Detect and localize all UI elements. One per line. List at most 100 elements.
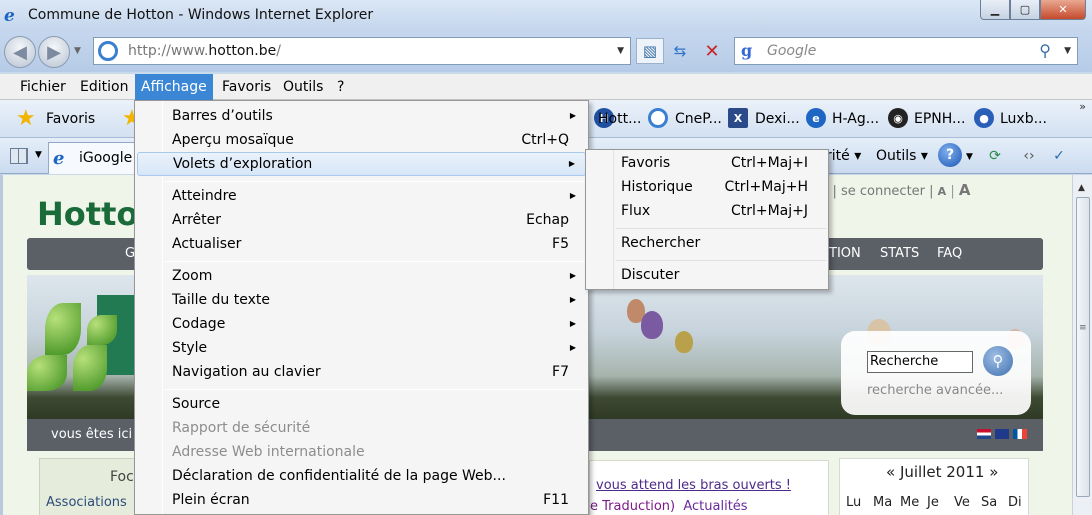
menu-item-shortcut: F5 xyxy=(552,236,569,252)
menu-item-label: Codage xyxy=(172,316,226,332)
menu-item-label: Flux xyxy=(621,203,651,219)
vertical-scrollbar[interactable]: ▲ ≡ xyxy=(1072,175,1092,515)
nav-item-stats[interactable]: STATS xyxy=(880,246,919,261)
menu-fichier[interactable]: Fichier xyxy=(14,74,72,100)
address-bar[interactable]: http://www.hotton.be/ ▼ xyxy=(93,37,631,65)
site-search-icon[interactable]: ⚲ xyxy=(983,346,1013,376)
notes-icon[interactable]: ✓ xyxy=(1048,146,1070,166)
source-icon[interactable]: ‹› xyxy=(1018,146,1040,166)
submenu-item-discuter[interactable]: Discuter xyxy=(588,264,826,288)
favorite-link-hag[interactable]: H-Ag... xyxy=(832,111,879,127)
minimize-button[interactable]: ▁ xyxy=(980,0,1010,20)
font-small-button[interactable]: A xyxy=(938,185,947,198)
search-icon[interactable]: ⚲ xyxy=(1039,41,1051,60)
forward-button[interactable]: ▶ xyxy=(38,36,70,68)
menu-item-style[interactable]: Style ▶ xyxy=(137,337,586,361)
menu-item-label: Favoris xyxy=(621,155,671,171)
maximize-button[interactable]: ▢ xyxy=(1010,0,1040,20)
back-button[interactable]: ◀ xyxy=(4,36,36,68)
favorite-link-hotton[interactable]: Hott... xyxy=(598,111,641,127)
help-dropdown-icon[interactable]: ▼ xyxy=(966,152,973,162)
menu-affichage[interactable]: Affichage xyxy=(135,74,213,100)
menu-item-actualiser[interactable]: Actualiser F5 xyxy=(137,233,586,257)
close-window-button[interactable]: ✕ xyxy=(1040,0,1086,20)
menu-item-label: Rapport de sécurité xyxy=(172,420,311,436)
favorite-link-epnh[interactable]: EPNH... xyxy=(914,111,965,127)
search-options-dropdown-icon[interactable]: ▼ xyxy=(1064,46,1071,56)
explorer-bars-submenu: Favoris Ctrl+Maj+I Historique Ctrl+Maj+H… xyxy=(585,149,829,290)
scroll-thumb[interactable] xyxy=(1076,197,1090,497)
favorite-link-dexi[interactable]: Dexi... xyxy=(755,111,800,127)
address-url[interactable]: http://www.hotton.be/ xyxy=(128,43,281,59)
submenu-item-rechercher[interactable]: Rechercher xyxy=(588,232,826,256)
tab-igoogle[interactable]: e iGoogle xyxy=(48,142,138,174)
menu-item-taille-texte[interactable]: Taille du texte ▶ xyxy=(137,289,586,313)
menu-item-declaration-confidentialite[interactable]: Déclaration de confidentialité de la pag… xyxy=(137,465,586,489)
tools-menu[interactable]: Outils ▾ xyxy=(876,148,928,164)
favorite-dexi-icon: X xyxy=(728,108,748,128)
advanced-search-link[interactable]: recherche avancée... xyxy=(867,383,1003,398)
history-dropdown-icon[interactable]: ▼ xyxy=(74,46,81,56)
leaf-graphic xyxy=(73,345,107,391)
submenu-item-historique[interactable]: Historique Ctrl+Maj+H xyxy=(588,176,826,200)
submenu-item-favoris[interactable]: Favoris Ctrl+Maj+I xyxy=(588,152,826,176)
menu-favoris[interactable]: Favoris xyxy=(216,74,277,100)
scroll-up-icon[interactable]: ▲ xyxy=(1078,183,1085,193)
search-box[interactable]: g Google ⚲ ▼ xyxy=(734,37,1078,65)
menu-separator xyxy=(165,389,585,390)
favorites-star-icon[interactable]: ★ xyxy=(16,106,36,131)
news-link[interactable]: vous attend les bras ouverts ! xyxy=(596,478,791,493)
nav-item-tion[interactable]: TION xyxy=(829,246,861,261)
refresh-icon[interactable]: ⇆ xyxy=(666,38,694,64)
menu-item-barres-outils[interactable]: Barres d’outils ▶ xyxy=(137,105,586,129)
menu-item-label: Zoom xyxy=(172,268,213,284)
menu-outils[interactable]: Outils xyxy=(277,74,329,100)
address-dropdown-icon[interactable]: ▼ xyxy=(617,46,624,56)
menu-item-shortcut: F11 xyxy=(543,492,569,508)
menu-item-label: Atteindre xyxy=(172,188,237,204)
calendar-title[interactable]: « Juillet 2011 » xyxy=(886,463,998,481)
menu-item-label: Arrêter xyxy=(172,212,222,228)
menu-item-plein-ecran[interactable]: Plein écran F11 xyxy=(137,489,586,513)
quick-tabs-icon[interactable] xyxy=(10,148,28,164)
menu-separator xyxy=(165,261,585,262)
focus-associations-link[interactable]: Associations xyxy=(46,495,127,510)
menu-item-label: Volets d’exploration xyxy=(173,156,313,172)
menu-item-navigation-clavier[interactable]: Navigation au clavier F7 xyxy=(137,361,586,385)
favorite-hag-icon: e xyxy=(806,108,826,128)
weekday: Sa xyxy=(981,495,998,510)
submenu-arrow-icon: ▶ xyxy=(569,191,576,200)
flag-fr-icon[interactable] xyxy=(1013,429,1027,439)
site-search-input[interactable]: Recherche xyxy=(867,351,973,373)
more-favorites-icon[interactable]: » xyxy=(1079,100,1086,113)
safety-menu[interactable]: rité ▾ xyxy=(826,148,861,164)
site-search-panel: Recherche ⚲ recherche avancée... xyxy=(841,331,1031,415)
submenu-item-flux[interactable]: Flux Ctrl+Maj+J xyxy=(588,200,826,224)
menu-item-atteindre[interactable]: Atteindre ▶ xyxy=(137,185,586,209)
flag-en-icon[interactable] xyxy=(995,429,1009,439)
research-icon[interactable]: ⟳ xyxy=(984,146,1006,166)
menu-item-zoom[interactable]: Zoom ▶ xyxy=(137,265,586,289)
font-large-button[interactable]: A xyxy=(959,181,971,199)
weekday: Ve xyxy=(954,495,970,510)
menu-item-codage[interactable]: Codage ▶ xyxy=(137,313,586,337)
tab-list-dropdown-icon[interactable]: ▼ xyxy=(35,150,42,160)
menu-help[interactable]: ? xyxy=(331,74,350,100)
help-icon[interactable]: ? xyxy=(938,143,962,167)
menu-item-arreter[interactable]: Arrêter Echap xyxy=(137,209,586,233)
stop-icon[interactable]: ✕ xyxy=(698,38,726,64)
nav-item-faq[interactable]: FAQ xyxy=(937,246,962,261)
flag-nl-icon[interactable] xyxy=(977,429,991,439)
menu-edition[interactable]: Edition xyxy=(74,74,134,100)
favorite-link-luxb[interactable]: Luxb... xyxy=(1000,111,1047,127)
compatibility-view-icon[interactable]: ▧ xyxy=(636,38,664,64)
menu-item-apercu-mosaique[interactable]: Aperçu mosaïque Ctrl+Q xyxy=(137,129,586,153)
favorites-button[interactable]: Favoris xyxy=(46,111,95,127)
actualites-link[interactable]: Actualités xyxy=(683,499,747,514)
translation-link[interactable]: e Traduction) xyxy=(590,499,675,514)
menu-item-volets-exploration[interactable]: Volets d’exploration ▶ xyxy=(137,152,586,176)
menu-item-shortcut: Ctrl+Maj+J xyxy=(730,203,808,219)
menu-item-source[interactable]: Source xyxy=(137,393,586,417)
favorite-link-cnep[interactable]: CneP... xyxy=(675,111,722,127)
balloon-graphic xyxy=(675,331,693,353)
